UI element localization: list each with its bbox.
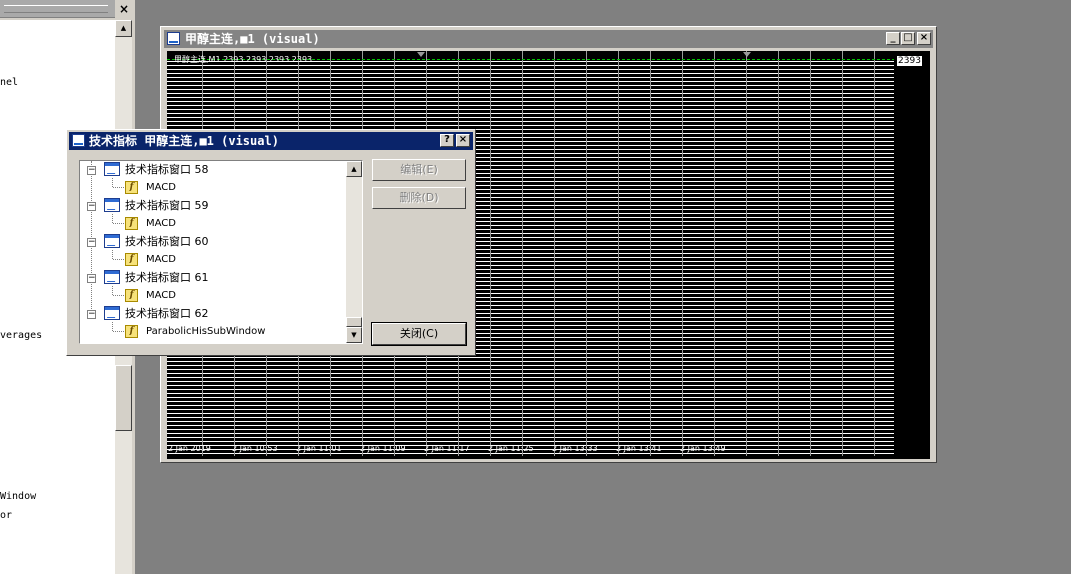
- time-axis-label: 2 Jan 11:01: [296, 444, 342, 453]
- marker-icon: [743, 52, 751, 57]
- indicator-window-icon: [104, 198, 120, 212]
- indicator-window-icon: [104, 234, 120, 248]
- dialog-app-icon: [72, 134, 85, 147]
- close-icon[interactable]: ×: [456, 134, 470, 147]
- tree-indicator-item[interactable]: f MACD: [80, 287, 348, 305]
- tree-window-label: 技术指标窗口 60: [125, 235, 209, 248]
- tree-scrollbar[interactable]: ▲ ▼: [346, 161, 362, 343]
- time-axis-label: 2 Jan 11:25: [488, 444, 534, 453]
- time-axis-label: 2 Jan 2019: [168, 444, 211, 453]
- tree-indicator-label: MACD: [146, 182, 176, 193]
- tree-indicator-label: MACD: [146, 290, 176, 301]
- time-axis-label: 2 Jan 10:53: [232, 444, 278, 453]
- tree-indicator-label: MACD: [146, 254, 176, 265]
- dialog-title: 技术指标 甲醇主连,■1 (visual): [89, 134, 279, 148]
- close-icon[interactable]: ×: [917, 32, 931, 45]
- scroll-thumb[interactable]: [346, 317, 362, 327]
- tree-indicator-item[interactable]: f ParabolicHisSubWindow: [80, 323, 348, 341]
- current-price-tag: 2393: [897, 56, 922, 66]
- tree-window-item[interactable]: − 技术指标窗口 62: [80, 305, 348, 323]
- time-axis-label: 2 Jan 13:49: [680, 444, 726, 453]
- tree-window-label: 技术指标窗口 58: [125, 163, 209, 176]
- marker-icon: [417, 52, 425, 57]
- tree-indicator-item[interactable]: f MACD: [80, 215, 348, 233]
- collapse-icon[interactable]: −: [87, 310, 96, 319]
- tree-window-item[interactable]: − 技术指标窗口 61: [80, 269, 348, 287]
- time-axis-label: 2 Jan 11:09: [360, 444, 406, 453]
- tree-indicator-item[interactable]: f MACD: [80, 251, 348, 269]
- navigator-close-icon[interactable]: ×: [117, 2, 131, 16]
- navigator-item[interactable]: Window: [0, 491, 36, 502]
- tree-indicator-item[interactable]: f MACD: [80, 179, 348, 197]
- close-button[interactable]: 关闭(C): [371, 322, 467, 346]
- collapse-icon[interactable]: −: [87, 238, 96, 247]
- indicators-dialog: 技术指标 甲醇主连,■1 (visual) ? × − 技术指标窗口 58 f …: [66, 129, 476, 356]
- indicator-function-icon: f: [125, 289, 138, 302]
- scroll-up-icon[interactable]: ▲: [115, 20, 132, 37]
- tree-window-item[interactable]: − 技术指标窗口 60: [80, 233, 348, 251]
- tree-window-label: 技术指标窗口 59: [125, 199, 209, 212]
- indicator-function-icon: f: [125, 253, 138, 266]
- collapse-icon[interactable]: −: [87, 166, 96, 175]
- indicator-function-icon: f: [125, 181, 138, 194]
- navigator-item[interactable]: or: [0, 510, 12, 521]
- collapse-icon[interactable]: −: [87, 274, 96, 283]
- indicator-window-icon: [104, 270, 120, 284]
- maximize-icon[interactable]: □: [901, 32, 915, 45]
- scroll-thumb[interactable]: [115, 365, 132, 431]
- dialog-titlebar[interactable]: 技术指标 甲醇主连,■1 (visual) ? ×: [69, 132, 473, 150]
- chart-ohlc-label: 甲醇主连,M1 2393 2393 2393 2393: [174, 55, 313, 64]
- time-axis-label: 2 Jan 11:17: [424, 444, 470, 453]
- tree-window-label: 技术指标窗口 61: [125, 271, 209, 284]
- navigator-item[interactable]: verages: [0, 330, 42, 341]
- tree-window-item[interactable]: − 技术指标窗口 59: [80, 197, 348, 215]
- time-axis-label: 2 Jan 13:41: [616, 444, 662, 453]
- delete-button[interactable]: 删除(D): [372, 187, 466, 209]
- collapse-icon[interactable]: −: [87, 202, 96, 211]
- navigator-titlebar[interactable]: [0, 0, 115, 18]
- scroll-down-icon[interactable]: ▼: [346, 327, 362, 343]
- indicator-window-icon: [104, 306, 120, 320]
- tree-indicator-label: ParabolicHisSubWindow: [146, 326, 266, 337]
- time-axis-label: 2 Jan 13:33: [552, 444, 598, 453]
- scroll-up-icon[interactable]: ▲: [346, 161, 362, 177]
- indicator-function-icon: f: [125, 217, 138, 230]
- help-icon[interactable]: ?: [440, 134, 454, 147]
- edit-button[interactable]: 编辑(E): [372, 159, 466, 181]
- indicator-function-icon: f: [125, 325, 138, 338]
- indicator-tree: − 技术指标窗口 58 f MACD − 技术指标窗口 59 f MACD − …: [79, 160, 363, 344]
- indicator-window-icon: [104, 162, 120, 176]
- tree-window-item[interactable]: − 技术指标窗口 58: [80, 161, 348, 179]
- chart-titlebar[interactable]: 甲醇主连,■1 (visual) _ □ ×: [164, 30, 933, 48]
- navigator-item[interactable]: nel: [0, 77, 18, 88]
- minimize-icon[interactable]: _: [886, 32, 900, 45]
- tree-indicator-label: MACD: [146, 218, 176, 229]
- tree-window-label: 技术指标窗口 62: [125, 307, 209, 320]
- chart-title: 甲醇主连,■1 (visual): [185, 32, 320, 46]
- chart-app-icon: [167, 32, 180, 45]
